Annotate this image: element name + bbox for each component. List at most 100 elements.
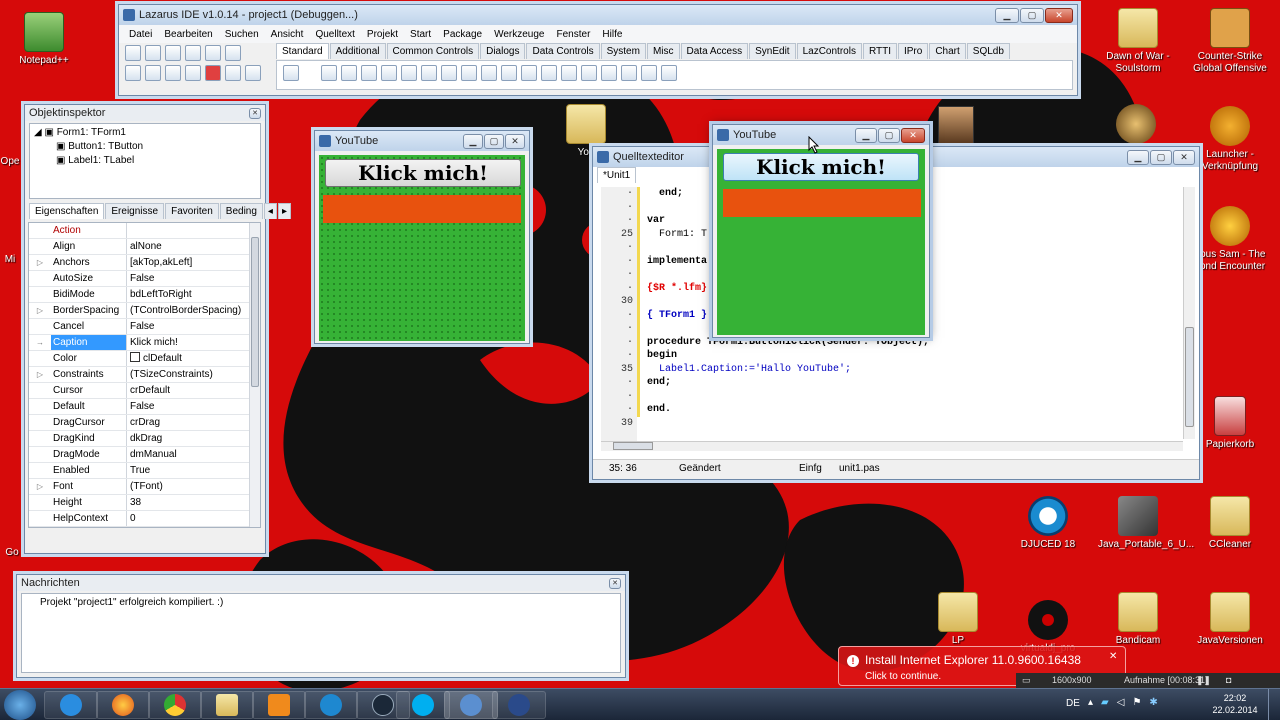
taskbar-firefox[interactable]: [96, 691, 150, 719]
expand-icon[interactable]: [29, 511, 51, 526]
close-button[interactable]: ✕: [1173, 149, 1195, 165]
tab-misc[interactable]: Misc: [646, 43, 680, 59]
menu-suchen[interactable]: Suchen: [219, 29, 265, 40]
tree-node-button1[interactable]: ▣ Button1: TButton: [34, 140, 256, 154]
tab-data-controls[interactable]: Data Controls: [526, 43, 600, 59]
tgroupbox-icon[interactable]: [561, 65, 578, 81]
code-line[interactable]: end;: [647, 376, 1167, 390]
running-form-titlebar[interactable]: YouTube ▁ ▢ ✕: [713, 125, 929, 145]
property-row[interactable]: Default False: [29, 399, 260, 415]
property-value[interactable]: crDefault: [127, 383, 260, 398]
property-row[interactable]: Action: [29, 223, 260, 239]
game-emblem-icon[interactable]: [1116, 104, 1156, 144]
ttogglebox-icon[interactable]: [441, 65, 458, 81]
close-button[interactable]: ✕: [505, 133, 525, 149]
editor-vscrollbar[interactable]: [1183, 187, 1195, 439]
pause-icon[interactable]: ❚❚: [1196, 673, 1211, 688]
close-file-icon[interactable]: [225, 45, 241, 61]
property-row[interactable]: HelpContext 0: [29, 511, 260, 527]
tab-unit1[interactable]: *Unit1: [597, 167, 637, 183]
property-value[interactable]: False: [127, 271, 260, 286]
taskbar-media-player[interactable]: [252, 691, 306, 719]
property-value[interactable]: clDefault: [127, 351, 260, 366]
tab-system[interactable]: System: [600, 43, 646, 59]
taskbar-app[interactable]: [304, 691, 358, 719]
property-row[interactable]: Enabled True: [29, 463, 260, 479]
expand-icon[interactable]: [29, 351, 51, 366]
camera-icon[interactable]: ◘: [1226, 673, 1231, 688]
tray-chevron-icon[interactable]: ▴: [1088, 697, 1093, 708]
expand-icon[interactable]: [29, 239, 51, 254]
tcombobox-icon[interactable]: [521, 65, 538, 81]
property-value[interactable]: Klick mich!: [127, 335, 260, 350]
expand-icon[interactable]: [29, 287, 51, 302]
tab-rtti[interactable]: RTTI: [862, 43, 897, 59]
scrollbar-thumb[interactable]: [251, 237, 259, 387]
editor-hscrollbar[interactable]: [601, 441, 1183, 451]
folder-icon[interactable]: [1026, 104, 1062, 144]
ide-titlebar[interactable]: Lazarus IDE v1.0.14 - project1 (Debuggen…: [119, 5, 1077, 25]
property-value[interactable]: (TSizeConstraints): [127, 367, 260, 382]
property-row[interactable]: Cursor crDefault: [29, 383, 260, 399]
taskbar-explorer[interactable]: [200, 691, 254, 719]
input-language[interactable]: DE: [1066, 698, 1080, 709]
maximize-button[interactable]: ▢: [1150, 149, 1172, 165]
start-orb-icon[interactable]: [4, 690, 36, 720]
menu-projekt[interactable]: Projekt: [361, 29, 404, 40]
expand-icon[interactable]: ▷: [29, 479, 51, 494]
tab-eigenschaften[interactable]: Eigenschaften: [29, 203, 105, 219]
tab-scroll-left-icon[interactable]: ◂: [263, 203, 277, 219]
property-value[interactable]: 38: [127, 495, 260, 510]
menu-quelltext[interactable]: Quelltext: [309, 29, 360, 40]
maximize-button[interactable]: ▢: [484, 133, 504, 149]
menu-ansicht[interactable]: Ansicht: [265, 29, 310, 40]
desktop-icon-lp[interactable]: LP: [918, 592, 998, 647]
property-row[interactable]: BidiMode bdLeftToRight: [29, 287, 260, 303]
taskbar-skype[interactable]: [396, 691, 450, 719]
pointer-tool-icon[interactable]: [283, 65, 299, 81]
pause-icon[interactable]: [185, 65, 201, 81]
tcheckgroup-icon[interactable]: [601, 65, 618, 81]
tab-sqldb[interactable]: SQLdb: [966, 43, 1010, 59]
taskbar-paw[interactable]: [492, 691, 546, 719]
code-line[interactable]: Label1.Caption:='Hallo YouTube';: [647, 362, 1167, 376]
flag-icon[interactable]: ⚑: [1132, 697, 1141, 708]
close-button[interactable]: ✕: [1045, 7, 1073, 23]
property-row[interactable]: DragCursor crDrag: [29, 415, 260, 431]
maximize-button[interactable]: ▢: [1020, 7, 1044, 23]
property-value[interactable]: 0: [127, 511, 260, 526]
expand-icon[interactable]: [29, 415, 51, 430]
property-row[interactable]: → Caption Klick mich!: [29, 335, 260, 351]
desktop-icon-javaversionen[interactable]: JavaVersionen: [1190, 592, 1270, 647]
property-value[interactable]: True: [127, 463, 260, 478]
property-value[interactable]: (TFont): [127, 479, 260, 494]
volume-icon[interactable]: ◁: [1117, 697, 1125, 708]
property-row[interactable]: ▷ Font (TFont): [29, 479, 260, 495]
messages-titlebar[interactable]: Nachrichten ✕: [17, 575, 625, 591]
tab-common-controls[interactable]: Common Controls: [386, 43, 480, 59]
desktop-icon-djuced[interactable]: DJUCED 18: [1008, 496, 1088, 551]
menu-hilfe[interactable]: Hilfe: [596, 29, 628, 40]
property-value[interactable]: False: [127, 319, 260, 334]
clock[interactable]: 22:02 22.02.2014: [1208, 692, 1262, 716]
desktop-icon-dawn-of-war[interactable]: Dawn of War - Soulstorm: [1098, 8, 1178, 75]
property-row[interactable]: Color clDefault: [29, 351, 260, 367]
taskbar-lazarus[interactable]: [444, 691, 498, 719]
tab-ereignisse[interactable]: Ereignisse: [105, 203, 165, 219]
expand-icon[interactable]: [29, 495, 51, 510]
property-value[interactable]: dmManual: [127, 447, 260, 462]
expand-icon[interactable]: [29, 223, 51, 238]
taskbar-chrome[interactable]: [148, 691, 202, 719]
scrollbar-thumb[interactable]: [1185, 327, 1194, 427]
minimize-button[interactable]: ▁: [995, 7, 1019, 23]
property-value[interactable]: False: [127, 399, 260, 414]
menu-start[interactable]: Start: [404, 29, 437, 40]
property-value[interactable]: [akTop,akLeft]: [127, 255, 260, 270]
tab-favoriten[interactable]: Favoriten: [165, 203, 219, 219]
tmemo-icon[interactable]: [421, 65, 438, 81]
tab-chart[interactable]: Chart: [929, 43, 966, 59]
tab-dialogs[interactable]: Dialogs: [480, 43, 526, 59]
message-line[interactable]: Projekt "project1" erfolgreich kompilier…: [40, 597, 602, 608]
menu-fenster[interactable]: Fenster: [551, 29, 597, 40]
close-button[interactable]: ✕: [901, 127, 925, 143]
